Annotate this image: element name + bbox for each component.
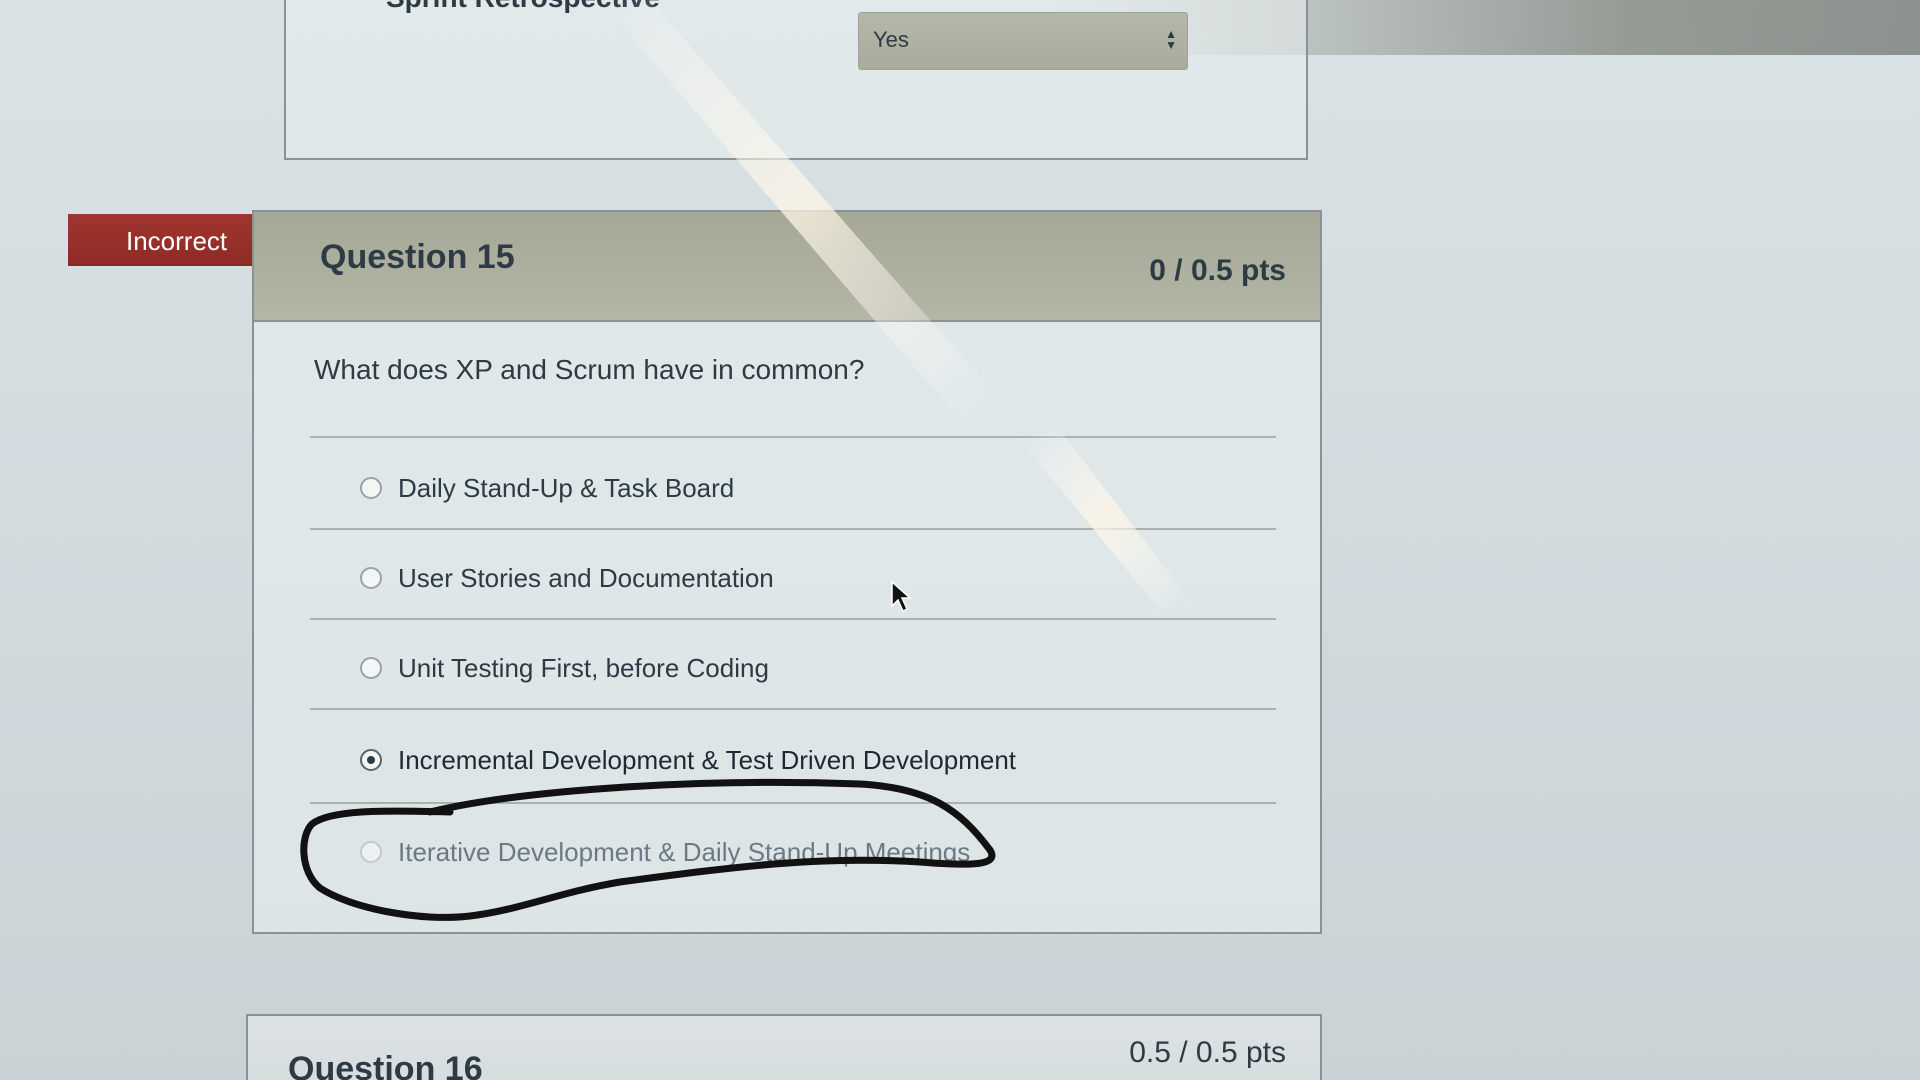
answer-option-selected[interactable]: Incremental Development & Test Driven De… bbox=[360, 740, 1260, 780]
answer-label: Daily Stand-Up & Task Board bbox=[398, 472, 735, 503]
divider bbox=[310, 802, 1276, 804]
answer-dropdown[interactable]: Yes ▲ ▼ bbox=[858, 12, 1188, 70]
answer-option-correct[interactable]: Iterative Development & Daily Stand-Up M… bbox=[360, 832, 1260, 872]
select-arrows-icon: ▲ ▼ bbox=[1165, 27, 1177, 52]
answer-option[interactable]: Unit Testing First, before Coding bbox=[360, 648, 1260, 688]
next-question-points: 0.5 / 0.5 pts bbox=[1129, 1036, 1286, 1069]
dropdown-selected-value: Yes bbox=[873, 27, 909, 52]
divider bbox=[310, 528, 1276, 530]
status-badge-label: Incorrect bbox=[126, 226, 228, 256]
answer-option[interactable]: Daily Stand-Up & Task Board bbox=[360, 468, 1260, 508]
next-question-card: Question 16 0.5 / 0.5 pts bbox=[246, 1014, 1322, 1080]
question-title: Question 15 bbox=[320, 238, 515, 276]
question-points: 0 / 0.5 pts bbox=[1149, 254, 1286, 287]
next-question-title: Question 16 bbox=[288, 1050, 483, 1080]
divider bbox=[310, 436, 1276, 438]
previous-question-label: Sprint Retrospective bbox=[386, 0, 660, 14]
radio-icon[interactable] bbox=[360, 477, 382, 499]
divider bbox=[310, 618, 1276, 620]
previous-question-card: Sprint Retrospective Yes ▲▼ bbox=[284, 0, 1308, 160]
question-header: Question 15 0 / 0.5 pts bbox=[254, 212, 1320, 322]
mouse-pointer-icon bbox=[891, 580, 912, 613]
question-text: What does XP and Scrum have in common? bbox=[314, 354, 865, 385]
question-card: Question 15 0 / 0.5 pts What does XP and… bbox=[252, 210, 1322, 934]
radio-icon[interactable] bbox=[360, 567, 382, 589]
radio-icon[interactable] bbox=[360, 657, 382, 679]
answer-label: User Stories and Documentation bbox=[398, 562, 774, 593]
answer-option[interactable]: User Stories and Documentation bbox=[360, 558, 1260, 598]
answer-label: Iterative Development & Daily Stand-Up M… bbox=[398, 836, 971, 867]
radio-icon[interactable] bbox=[360, 841, 382, 863]
radio-icon[interactable] bbox=[360, 749, 382, 771]
answer-label: Incremental Development & Test Driven De… bbox=[398, 744, 1017, 775]
answer-label: Unit Testing First, before Coding bbox=[398, 652, 769, 683]
divider bbox=[310, 708, 1276, 710]
